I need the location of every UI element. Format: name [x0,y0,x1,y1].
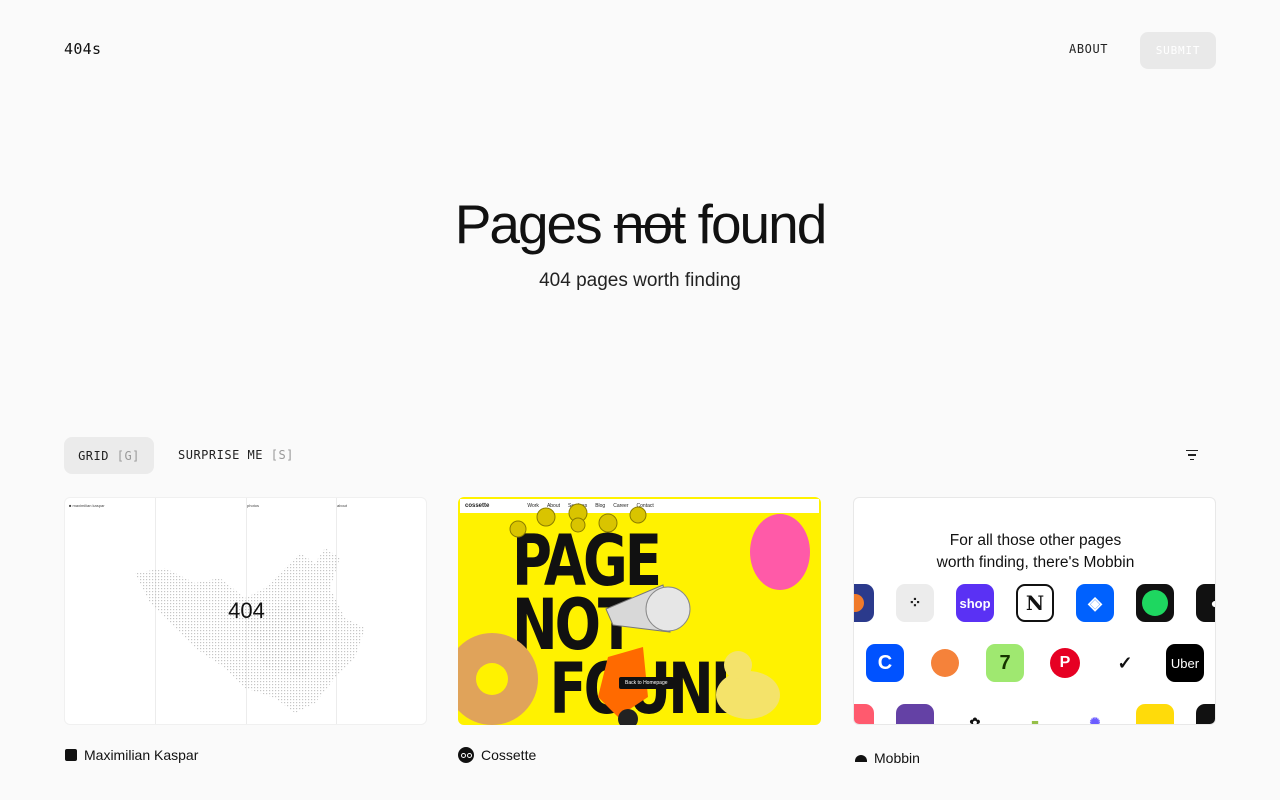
card-cossette[interactable]: cossette Work About Services Blog Career… [458,497,821,725]
app-icon-spotify [1136,584,1174,622]
card-name: Mobbin [874,750,920,766]
title-not-strikethrough: not [613,193,686,255]
preview-photos: photos [247,503,260,508]
card-maximilian-kaspar[interactable]: ■ maximilian kaspar photos about 404 [64,497,427,725]
tab-surprise-shortcut: [S] [270,448,294,462]
app-icon-shop: shop [956,584,994,622]
app-icon-pink [854,704,874,724]
app-icon-dark [1196,704,1215,724]
filter-icon[interactable] [1180,443,1204,467]
card-label-maximilian-kaspar[interactable]: Maximilian Kaspar [65,747,198,763]
tab-grid-shortcut: [G] [116,448,140,463]
about-link[interactable]: ABOUT [1069,42,1108,56]
message-line-2: worth finding, there's Mobbin [936,554,1135,571]
preview-brand: ■ maximilian kaspar [69,503,105,508]
site-logo[interactable]: 404s [64,40,101,58]
app-icon-openai: ✿ [956,704,994,724]
app-icon-coinbase: C [866,644,904,682]
submit-button[interactable]: SUBMIT [1140,32,1216,69]
app-icon-pinterest: P [1046,644,1084,682]
page-title: Pages not found [0,192,1280,256]
page-subtitle: 404 pages worth finding [539,270,741,291]
app-icon-notion: N [1016,584,1054,622]
card-name: Cossette [481,747,537,763]
app-icon-dots: ⁘ [896,584,934,622]
app-icon-wise: 7 [986,644,1024,682]
tab-grid[interactable]: GRID [G] [64,437,154,474]
card-label-mobbin[interactable]: Mobbin [855,750,920,766]
app-icon-apple: ● [1196,584,1215,622]
app-icon-star: ✺ [1076,704,1114,724]
square-icon [65,749,77,761]
filter-line-2 [1188,454,1196,456]
title-found: found [697,193,828,255]
card-mobbin[interactable]: For all those other pages worth finding,… [853,497,1216,725]
message-line-1: For all those other pages [949,532,1122,549]
app-icon-planet [854,584,874,622]
app-icon-shopify: ■ [1016,704,1054,724]
tab-surprise-label: SURPRISE ME [178,448,263,462]
app-icon-yellow [1136,704,1174,724]
app-icon-twitch [896,704,934,724]
app-icon-uber: Uber [1166,644,1204,682]
card-label-cossette[interactable]: Cossette [458,747,536,763]
card-name: Maximilian Kaspar [84,747,199,763]
app-icon-dropbox: ◈ [1076,584,1114,622]
preview-404-text: 404 [228,598,265,623]
tab-surprise-me[interactable]: SURPRISE ME [S] [178,448,294,462]
mobbin-logo-icon [855,754,867,762]
preview-message: For all those other pages worth finding,… [854,530,1215,574]
preview-about: about [337,503,348,508]
cossette-logo-icon [458,747,474,763]
filter-line-1 [1186,449,1198,452]
tab-grid-label: GRID [78,448,109,463]
app-icon-nike: ✓ [1106,644,1144,682]
preview-back-button: Back to Homepage [619,677,674,689]
filter-line-3 [1190,458,1194,461]
decorative-objects-image [458,503,810,725]
title-pages: Pages [454,193,603,255]
app-icon-orange-circle [926,644,964,682]
